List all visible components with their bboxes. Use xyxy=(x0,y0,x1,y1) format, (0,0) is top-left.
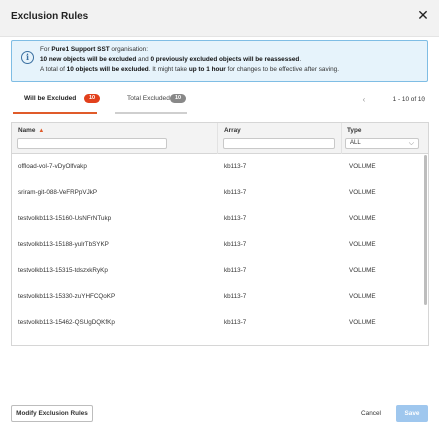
modify-exclusion-rules-button[interactable]: Modify Exclusion Rules xyxy=(11,405,93,422)
cell-name: testvolkb113-15462-QSUgDQKfKp xyxy=(18,319,115,326)
cell-array: kb113-7 xyxy=(224,215,247,222)
cell-name: testvolkb113-15188-yulrTbSYKP xyxy=(18,241,109,248)
info-banner: i For Pure1 Support SST organisation: 10… xyxy=(11,40,428,82)
cell-type: VOLUME xyxy=(349,267,376,274)
array-filter-input[interactable] xyxy=(223,138,335,156)
exclusion-table: Name ▲ Array Type ALL ⌵ offload-vol-7-vDy… xyxy=(11,122,429,346)
table-scrollbar[interactable] xyxy=(424,155,427,305)
cell-type: VOLUME xyxy=(349,293,376,300)
table-row[interactable]: volops02-rZecZrawXS-OdRrsGvAKp kb113-7 VOL… xyxy=(12,336,428,346)
table-header: Name ▲ Array Type ALL ⌵ xyxy=(12,123,428,156)
cell-array: kb113-7 xyxy=(224,267,247,274)
column-header-array[interactable]: Array xyxy=(224,127,241,134)
column-header-type[interactable]: Type xyxy=(347,127,361,134)
cell-name: testvolkb113-15315-tdszxkRyKp xyxy=(18,267,108,274)
prev-page-icon[interactable]: ‹ xyxy=(363,95,366,104)
table-row[interactable]: testvolkb113-15462-QSUgDQKfKp kb113-7 VOLU… xyxy=(12,310,428,337)
cell-array: kb113-7 xyxy=(224,163,247,170)
info-icon: i xyxy=(21,51,34,64)
dialog-header: Exclusion Rules ✕ xyxy=(0,0,439,37)
cell-type: VOLUME xyxy=(349,241,376,248)
table-row[interactable]: offload-vol-7-vDyOlfvakp kb113-7 VOLUME xyxy=(12,154,428,181)
cell-name: offload-vol-7-vDyOlfvakp xyxy=(18,163,87,170)
cell-type: VOLUME xyxy=(349,189,376,196)
info-text: For Pure1 Support SST organisation: 10 n… xyxy=(40,46,339,73)
count-badge: 10 xyxy=(170,94,186,103)
save-button[interactable]: Save xyxy=(396,405,428,422)
column-header-name[interactable]: Name ▲ xyxy=(18,127,44,134)
tab-total-excluded[interactable]: Total Excluded 10 xyxy=(115,88,187,114)
tab-label: Total Excluded xyxy=(127,95,170,102)
type-filter-value: ALL xyxy=(350,140,361,146)
cell-type: VOLUME xyxy=(349,345,376,346)
type-filter-select[interactable]: ALL ⌵ xyxy=(345,138,419,149)
cell-type: VOLUME xyxy=(349,163,376,170)
cell-name: testvolkb113-15160-UsNFrNTukp xyxy=(18,215,112,222)
cell-name: volops02-rZecZrawXS-OdRrsGvAKp xyxy=(18,345,121,346)
tab-bar: Will be Excluded 10 Total Excluded 10 xyxy=(11,88,428,114)
table-row[interactable]: testvolkb113-15188-yulrTbSYKP kb113-7 VOLU… xyxy=(12,232,428,259)
page-range: 1 - 10 of 10 xyxy=(392,96,425,103)
table-row[interactable]: testvolkb113-15315-tdszxkRyKp kb113-7 VOLU… xyxy=(12,258,428,285)
name-filter-input[interactable] xyxy=(17,138,167,156)
cancel-button[interactable]: Cancel xyxy=(355,405,387,422)
cell-array: kb113-7 xyxy=(224,241,247,248)
chevron-down-icon: ⌵ xyxy=(408,140,414,147)
cell-type: VOLUME xyxy=(349,215,376,222)
sort-asc-icon[interactable]: ▲ xyxy=(38,128,44,134)
cell-name: testvolkb113-15330-zuYHFCQoKP xyxy=(18,293,116,300)
table-row[interactable]: sriram-git-088-VeFRPpVJkP kb113-7 VOLUME xyxy=(12,180,428,207)
next-page-icon[interactable]: › xyxy=(423,95,426,104)
cell-array: kb113-7 xyxy=(224,345,246,346)
org-name: Pure1 Support SST xyxy=(51,46,110,53)
pagination: ‹ 1 - 10 of 10 › xyxy=(363,95,426,104)
tab-will-be-excluded[interactable]: Will be Excluded 10 xyxy=(13,88,100,114)
dialog-title: Exclusion Rules xyxy=(11,11,89,22)
cell-array: kb113-7 xyxy=(224,189,247,196)
cell-name: sriram-git-088-VeFRPpVJkP xyxy=(18,189,98,196)
count-badge: 10 xyxy=(84,94,100,103)
cell-array: kb113-7 xyxy=(224,319,247,326)
close-icon[interactable]: ✕ xyxy=(416,8,430,22)
table-row[interactable]: testvolkb113-15330-zuYHFCQoKP kb113-7 VOLU… xyxy=(12,284,428,311)
cell-array: kb113-7 xyxy=(224,293,247,300)
tab-label: Will be Excluded xyxy=(24,95,77,102)
table-row[interactable]: testvolkb113-15160-UsNFrNTukp kb113-7 VOLU… xyxy=(12,206,428,233)
cell-type: VOLUME xyxy=(349,319,376,326)
